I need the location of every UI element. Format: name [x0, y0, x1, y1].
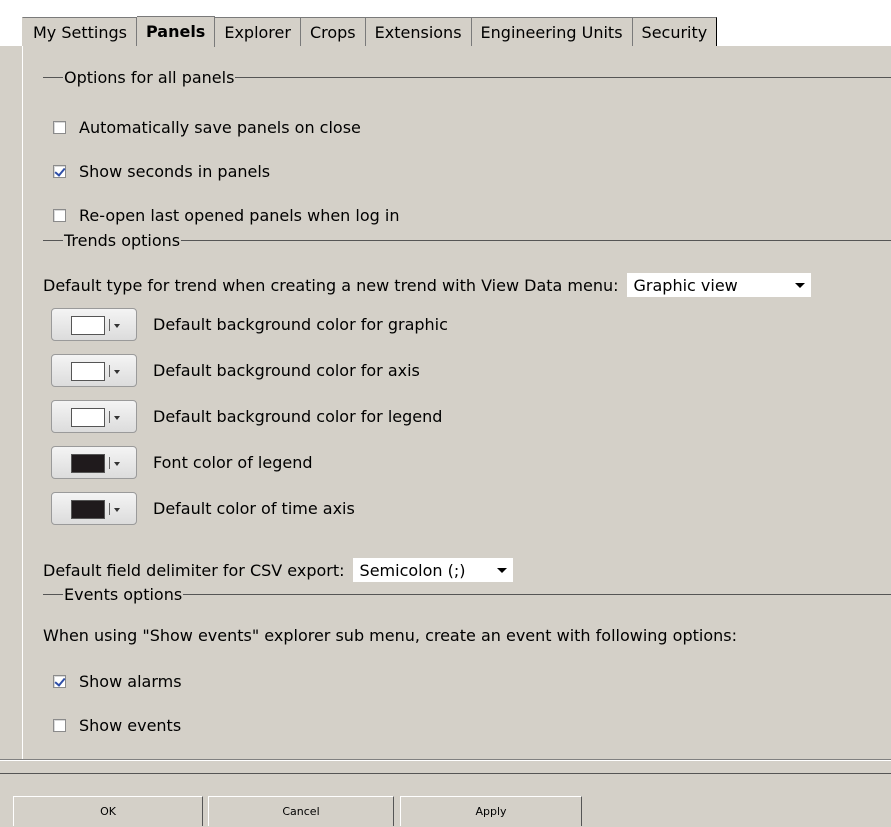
show-alarms-label: Show alarms	[79, 672, 182, 691]
reopen-last-checkbox[interactable]	[53, 209, 66, 222]
tab-panels[interactable]: Panels	[136, 16, 216, 47]
divider	[0, 760, 891, 761]
csv-delimiter-value: Semicolon (;)	[359, 560, 466, 580]
graphic-bg-color-label: Default background color for graphic	[153, 315, 448, 334]
graphic-bg-color-button[interactable]	[51, 308, 137, 341]
csv-delimiter-label: Default field delimiter for CSV export:	[43, 560, 345, 580]
tab-my-settings[interactable]: My Settings	[22, 17, 137, 46]
color-row-axis-bg: Default background color for axis	[51, 354, 420, 387]
chevron-down-icon	[496, 567, 507, 573]
default-type-value: Graphic view	[633, 275, 738, 295]
events-description: When using "Show events" explorer sub me…	[43, 626, 737, 645]
show-seconds-label: Show seconds in panels	[79, 162, 271, 181]
show-seconds-row[interactable]: Show seconds in panels	[53, 162, 270, 181]
time-axis-color-label: Default color of time axis	[153, 499, 355, 518]
apply-button[interactable]: Apply	[400, 796, 582, 826]
color-swatch	[71, 362, 105, 381]
auto-save-checkbox[interactable]	[53, 121, 66, 134]
default-type-row: Default type for trend when creating a n…	[43, 273, 811, 297]
auto-save-label: Automatically save panels on close	[79, 118, 361, 137]
color-swatch	[71, 316, 105, 335]
tab-extensions[interactable]: Extensions	[365, 17, 472, 46]
show-alarms-checkbox[interactable]	[53, 675, 66, 688]
csv-delimiter-dropdown[interactable]: Semicolon (;)	[352, 558, 513, 582]
chevron-down-icon	[794, 282, 805, 288]
show-events-checkbox[interactable]	[53, 719, 66, 732]
chevron-down-icon	[114, 370, 120, 374]
legend-font-color-label: Font color of legend	[153, 453, 313, 472]
show-alarms-row[interactable]: Show alarms	[53, 672, 182, 691]
color-row-graphic-bg: Default background color for graphic	[51, 308, 448, 341]
chevron-down-icon	[114, 416, 120, 420]
group-title-trends-text: Trends options	[64, 230, 181, 250]
color-swatch	[71, 500, 105, 519]
group-title-events: Events options	[43, 584, 891, 604]
chevron-down-icon	[114, 462, 120, 466]
default-type-dropdown[interactable]: Graphic view	[626, 273, 811, 297]
default-type-label: Default type for trend when creating a n…	[43, 275, 619, 295]
tab-bar: My Settings Panels Explorer Crops Extens…	[0, 0, 891, 47]
csv-delimiter-row: Default field delimiter for CSV export: …	[43, 558, 513, 582]
tab-engineering-units[interactable]: Engineering Units	[471, 17, 633, 46]
cancel-button[interactable]: Cancel	[208, 796, 394, 826]
time-axis-color-button[interactable]	[51, 492, 137, 525]
group-title-trends: Trends options	[43, 230, 891, 250]
group-title-events-text: Events options	[64, 584, 183, 604]
show-events-label: Show events	[79, 716, 182, 735]
color-row-time-axis: Default color of time axis	[51, 492, 355, 525]
legend-bg-color-label: Default background color for legend	[153, 407, 443, 426]
tab-security[interactable]: Security	[632, 17, 718, 46]
color-row-legend-bg: Default background color for legend	[51, 400, 442, 433]
events-description-row: When using "Show events" explorer sub me…	[43, 626, 737, 645]
legend-bg-color-button[interactable]	[51, 400, 137, 433]
color-swatch	[71, 408, 105, 427]
divider	[0, 773, 891, 774]
tab-crops[interactable]: Crops	[300, 17, 366, 46]
axis-bg-color-button[interactable]	[51, 354, 137, 387]
auto-save-row[interactable]: Automatically save panels on close	[53, 118, 361, 137]
chevron-down-icon	[114, 508, 120, 512]
reopen-last-row[interactable]: Re-open last opened panels when log in	[53, 206, 399, 225]
tab-explorer[interactable]: Explorer	[215, 17, 301, 46]
group-title-panels-text: Options for all panels	[64, 67, 235, 87]
axis-bg-color-label: Default background color for axis	[153, 361, 420, 380]
panels-tab-content: Options for all panels Automatically sav…	[22, 46, 891, 760]
chevron-down-icon	[114, 324, 120, 328]
reopen-last-label: Re-open last opened panels when log in	[79, 206, 400, 225]
ok-button[interactable]: OK	[13, 796, 203, 826]
show-seconds-checkbox[interactable]	[53, 165, 66, 178]
group-title-panels: Options for all panels	[43, 67, 891, 87]
color-swatch	[71, 454, 105, 473]
show-events-row[interactable]: Show events	[53, 716, 181, 735]
tab-strip: My Settings Panels Explorer Crops Extens…	[22, 16, 718, 47]
color-row-legend-font: Font color of legend	[51, 446, 313, 479]
legend-font-color-button[interactable]	[51, 446, 137, 479]
